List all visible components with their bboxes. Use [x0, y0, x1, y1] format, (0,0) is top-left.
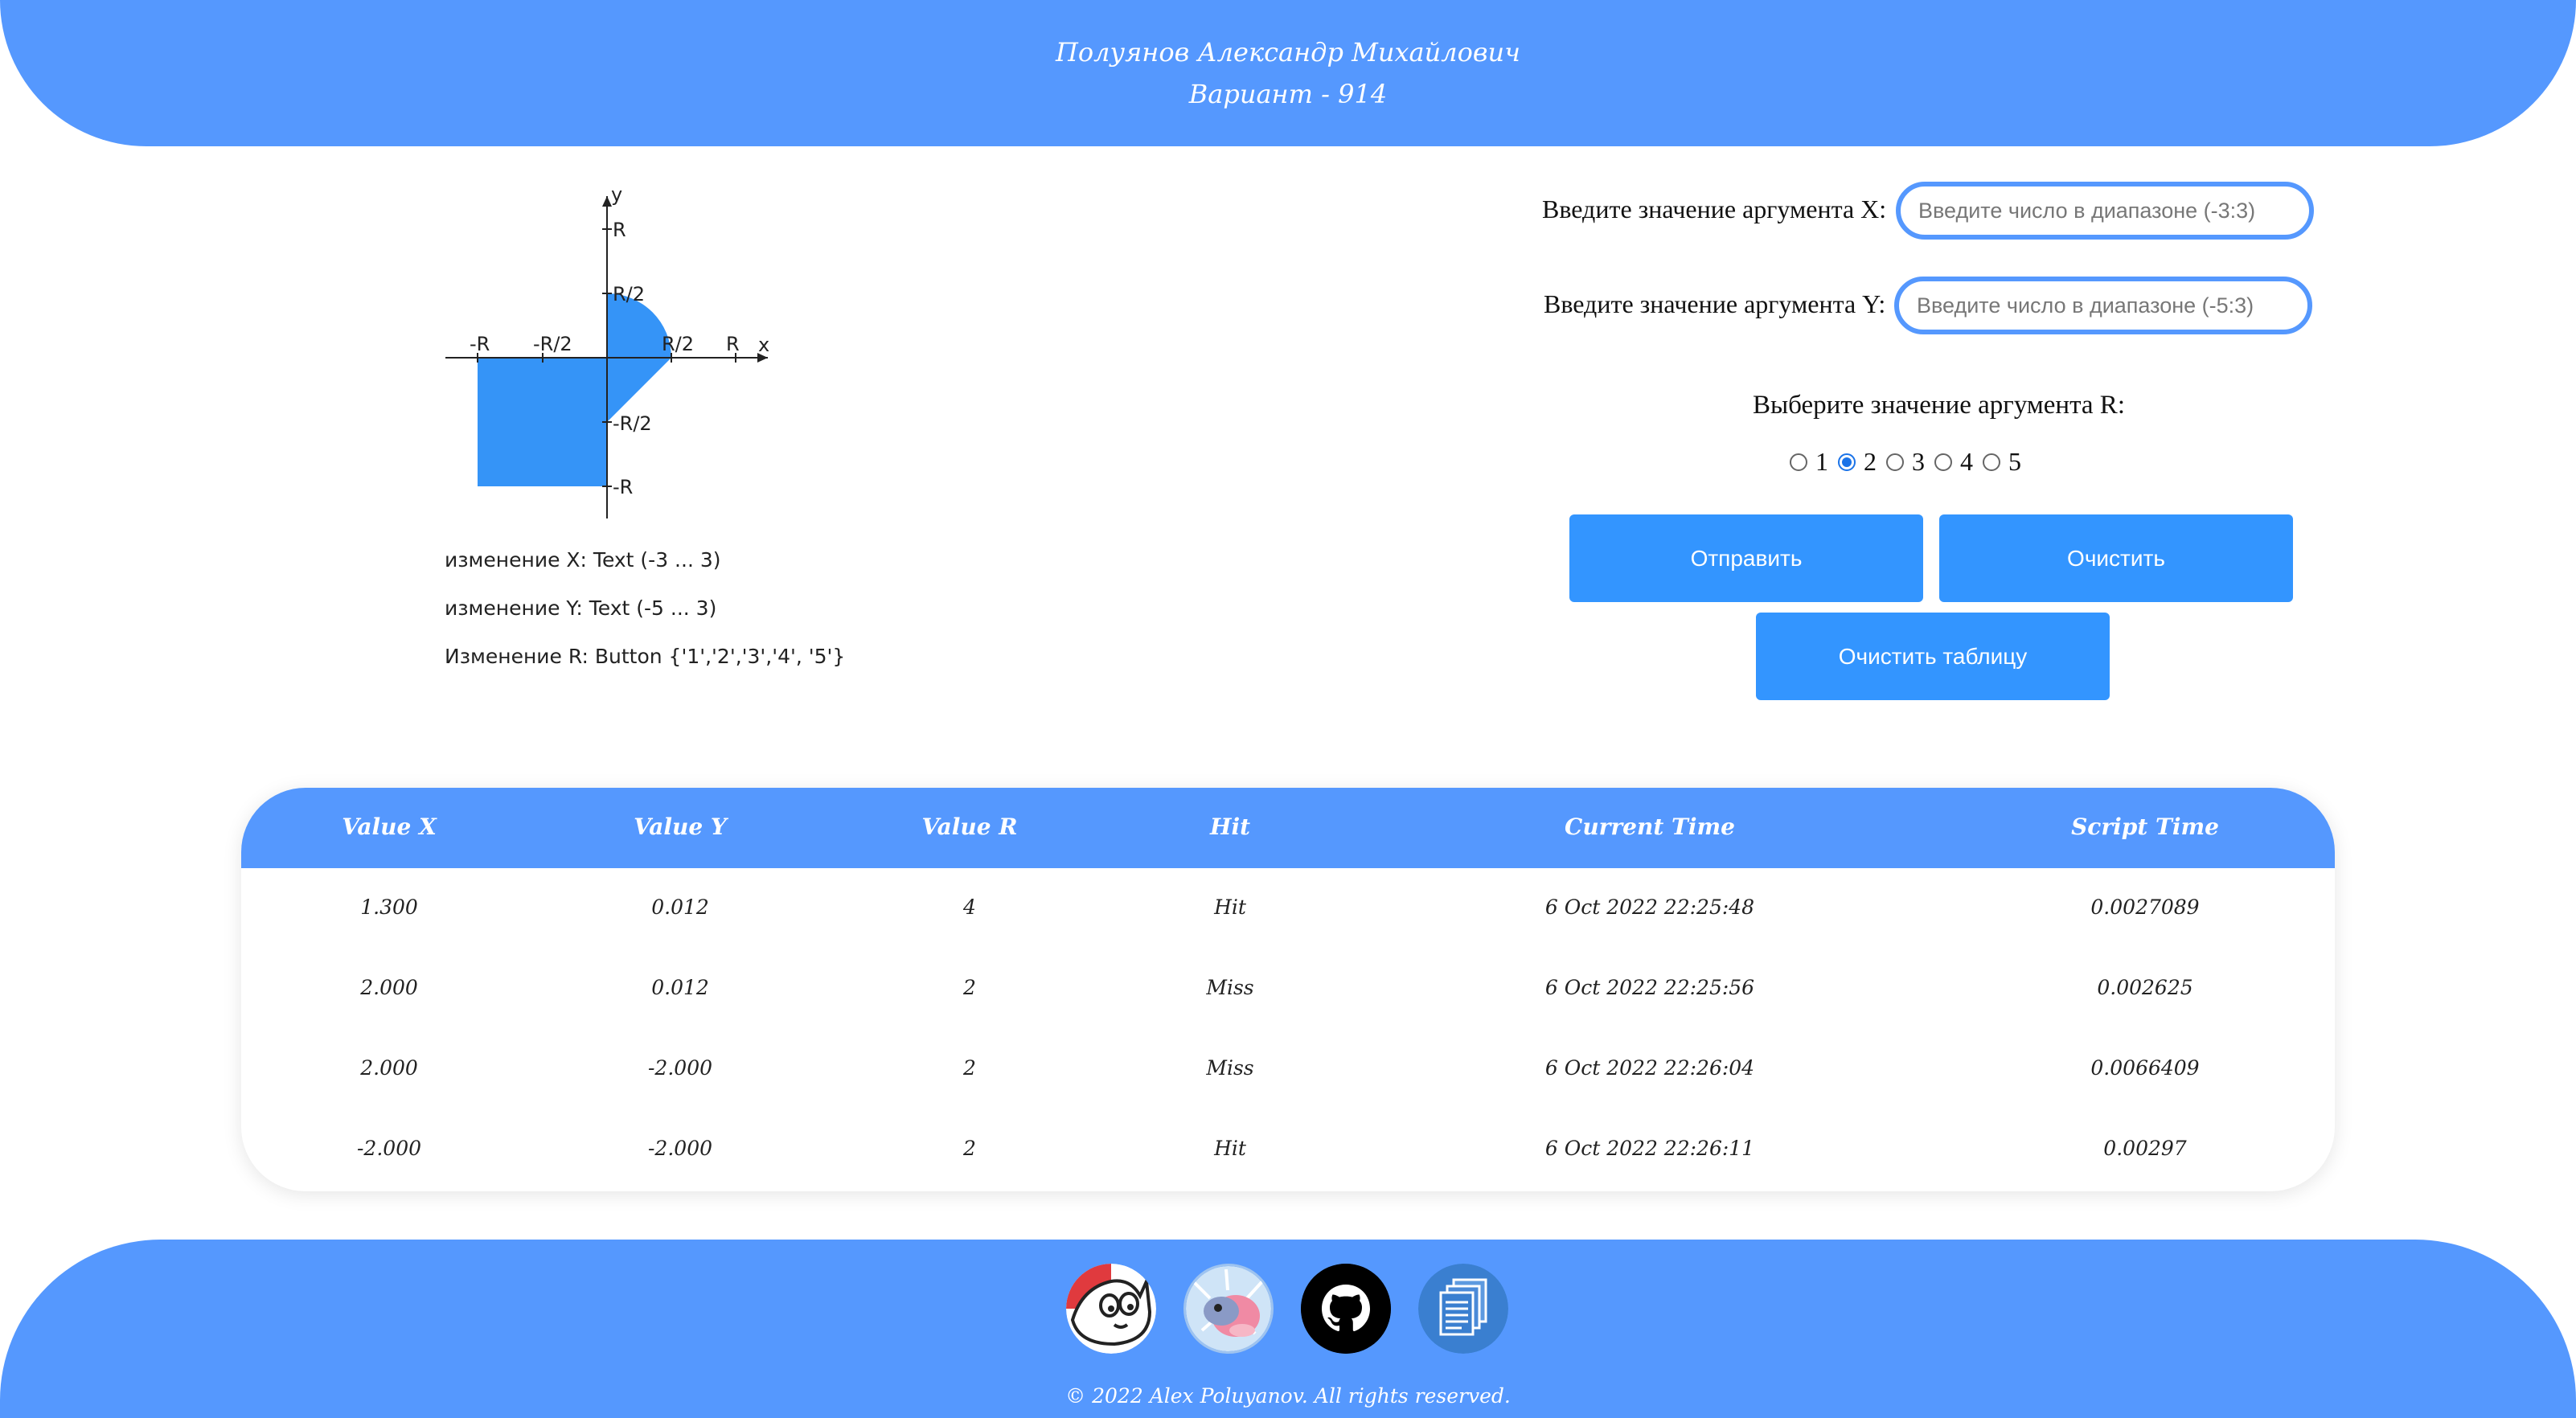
page: Полуянов Александр Михайлович Вариант - … [0, 0, 2576, 1418]
footer: © 2022 Alex Poluyanov. All rights reserv… [0, 1240, 2576, 1418]
cell-y: -2.000 [647, 1137, 713, 1160]
y-label: Введите значение аргумента Y: [1544, 289, 1886, 318]
graph-label-y-axis: y [611, 185, 622, 206]
cell-r: 4 [963, 895, 976, 919]
graph-label-neg-r2-left: -R/2 [533, 333, 572, 355]
r-option-label: 5 [2008, 447, 2021, 476]
cell-current-time: 6 Oct 2022 22:26:04 [1544, 1056, 1755, 1080]
clear-table-button[interactable]: Очистить таблицу [1756, 613, 2110, 700]
cell-y: 0.012 [651, 976, 709, 999]
copyright: © 2022 Alex Poluyanov. All rights reserv… [1065, 1384, 1511, 1408]
table-row: 2.000 0.012 2 Miss 6 Oct 2022 22:25:56 0… [241, 949, 2335, 1029]
table-row: -2.000 -2.000 2 Hit 6 Oct 2022 22:26:11 … [241, 1109, 2335, 1190]
header-hit: Hit [1209, 814, 1251, 840]
header: Полуянов Александр Михайлович Вариант - … [0, 0, 2576, 146]
cell-current-time: 6 Oct 2022 22:25:56 [1544, 976, 1755, 999]
graph-label-x-axis: x [758, 334, 769, 356]
r-radio-2[interactable] [1838, 453, 1856, 471]
graph-label-r-top: R [613, 219, 626, 241]
r-option-label: 1 [1815, 447, 1828, 476]
cell-x: -2.000 [356, 1137, 422, 1160]
graph-label-r2-top: R/2 [613, 283, 645, 305]
cell-script-time: 0.002625 [2097, 976, 2193, 999]
r-option-label: 3 [1912, 447, 1925, 476]
table-header: Value X Value Y Value R Hit Current Time… [241, 788, 2335, 868]
r-option-3[interactable]: 3 [1886, 447, 1925, 477]
cell-r: 2 [963, 1137, 976, 1160]
cat-avatar-icon[interactable] [1066, 1264, 1156, 1354]
cell-script-time: 0.0027089 [2090, 895, 2200, 919]
cell-script-time: 0.00297 [2103, 1137, 2187, 1160]
graph-svg[interactable]: y x R R/2 -R -R/2 R/2 R -R/2 -R [434, 183, 788, 531]
info-x-range: изменение X: Text (-3 ... 3) [445, 548, 721, 572]
r-radio-5[interactable] [1983, 453, 2000, 471]
info-y-range: изменение Y: Text (-5 ... 3) [445, 596, 717, 620]
header-value-y: Value Y [634, 814, 727, 840]
r-radio-4[interactable] [1934, 453, 1952, 471]
r-radio-group: 1 2 3 4 5 [1790, 447, 2031, 477]
author-name: Полуянов Александр Михайлович [1056, 37, 1520, 68]
graph-label-neg-r2-bottom: -R/2 [613, 412, 652, 435]
graph-label-r-right: R [726, 333, 740, 355]
table-row: 1.300 0.012 4 Hit 6 Oct 2022 22:25:48 0.… [241, 868, 2335, 949]
y-input[interactable] [1894, 277, 2312, 334]
r-label: Выберите значение аргумента R: [1753, 391, 2125, 420]
r-option-4[interactable]: 4 [1934, 447, 1973, 477]
header-script-time: Script Time [2071, 814, 2219, 840]
graph-label-neg-r-left: -R [470, 333, 490, 355]
r-option-label: 4 [1960, 447, 1973, 476]
cell-script-time: 0.0066409 [2090, 1056, 2200, 1080]
cell-r: 2 [963, 976, 976, 999]
documents-icon[interactable] [1418, 1264, 1508, 1354]
github-icon[interactable] [1301, 1264, 1391, 1354]
r-option-label: 2 [1864, 447, 1877, 476]
cell-r: 2 [963, 1056, 976, 1080]
r-option-2[interactable]: 2 [1838, 447, 1877, 477]
cell-current-time: 6 Oct 2022 22:26:11 [1544, 1137, 1755, 1160]
cell-current-time: 6 Oct 2022 22:25:48 [1544, 895, 1755, 919]
cell-hit: Miss [1206, 1056, 1254, 1080]
graph-rect-area [478, 358, 607, 486]
cell-x: 1.300 [360, 895, 418, 919]
x-label: Введите значение аргумента X: [1542, 195, 1887, 223]
clear-button[interactable]: Очистить [1939, 514, 2293, 602]
cell-hit: Hit [1214, 1137, 1246, 1160]
cell-y: 0.012 [651, 895, 709, 919]
graph-label-r2-right: R/2 [662, 333, 694, 355]
header-value-r: Value R [921, 814, 1018, 840]
header-value-x: Value X [342, 814, 437, 840]
cell-hit: Miss [1206, 976, 1254, 999]
r-radio-1[interactable] [1790, 453, 1807, 471]
cell-x: 2.000 [360, 1056, 418, 1080]
header-current-time: Current Time [1565, 814, 1735, 840]
results-table: Value X Value Y Value R Hit Current Time… [241, 788, 2335, 1191]
cell-hit: Hit [1214, 895, 1246, 919]
cell-x: 2.000 [360, 976, 418, 999]
submit-button[interactable]: Отправить [1569, 514, 1923, 602]
r-option-5[interactable]: 5 [1983, 447, 2021, 477]
table-row: 2.000 -2.000 2 Miss 6 Oct 2022 22:26:04 … [241, 1029, 2335, 1109]
area-graph[interactable]: y x R R/2 -R -R/2 R/2 R -R/2 -R [434, 183, 788, 531]
info-r-options: Изменение R: Button {'1','2','3','4', '5… [445, 645, 846, 668]
graph-label-neg-r-bottom: -R [613, 476, 633, 498]
r-radio-3[interactable] [1886, 453, 1904, 471]
character-avatar-icon[interactable] [1183, 1264, 1274, 1354]
r-option-1[interactable]: 1 [1790, 447, 1828, 477]
x-input[interactable] [1896, 182, 2314, 240]
variant-label: Вариант - 914 [1188, 79, 1388, 109]
cell-y: -2.000 [647, 1056, 713, 1080]
